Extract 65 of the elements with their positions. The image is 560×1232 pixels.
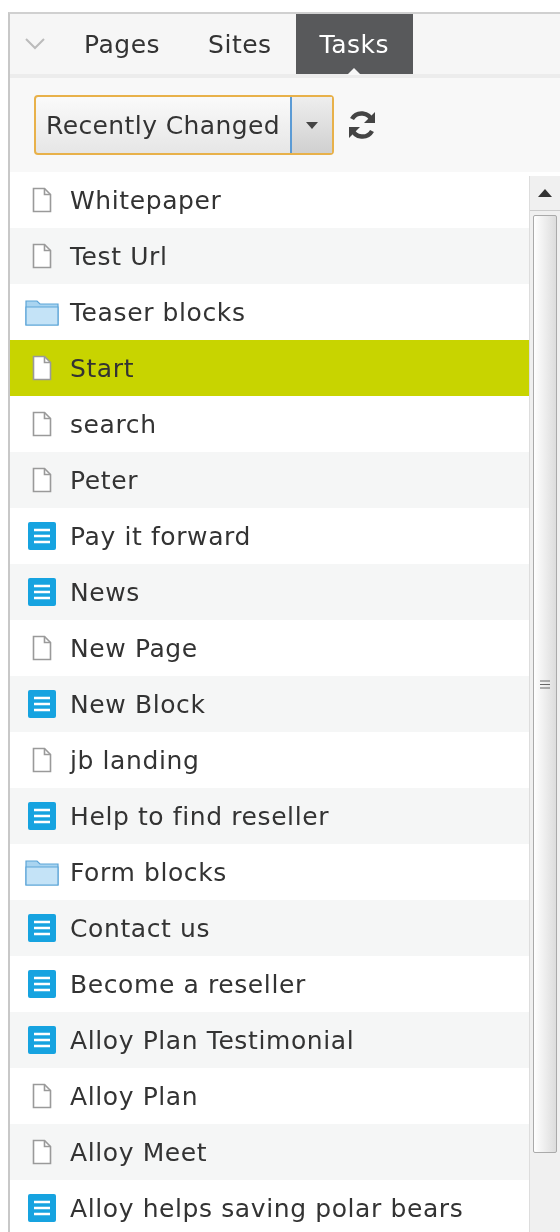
tab[interactable]: Pages bbox=[60, 14, 185, 74]
tree-item[interactable]: Test Url bbox=[10, 228, 529, 284]
tree-item[interactable]: search bbox=[10, 396, 529, 452]
page-icon bbox=[32, 243, 52, 269]
page-icon bbox=[32, 635, 52, 661]
tree-item[interactable]: Pay it forward bbox=[10, 508, 529, 564]
item-label: Pay it forward bbox=[70, 521, 251, 551]
tree-item[interactable]: jb landing bbox=[10, 732, 529, 788]
item-label: Help to find reseller bbox=[70, 801, 330, 831]
tree-item[interactable]: Peter bbox=[10, 452, 529, 508]
scroll-up-icon[interactable] bbox=[538, 189, 552, 197]
tree-item[interactable]: New Page bbox=[10, 620, 529, 676]
page-icon bbox=[32, 747, 52, 773]
item-label: Test Url bbox=[70, 241, 168, 271]
grip-icon bbox=[540, 679, 550, 689]
tree-item[interactable]: News bbox=[10, 564, 529, 620]
tree-item[interactable]: Form blocks bbox=[10, 844, 529, 900]
page-icon bbox=[32, 411, 52, 437]
block-icon bbox=[28, 522, 56, 550]
item-label: Teaser blocks bbox=[70, 297, 246, 327]
tree-item[interactable]: Become a reseller bbox=[10, 956, 529, 1012]
tree-item[interactable]: Alloy Meet bbox=[10, 1124, 529, 1180]
scrollbar[interactable] bbox=[529, 176, 560, 1232]
filter-dropdown[interactable]: Recently Changed bbox=[34, 95, 335, 155]
page-icon bbox=[32, 355, 52, 381]
item-label: Peter bbox=[70, 465, 139, 495]
page-icon bbox=[32, 1139, 52, 1165]
folder-icon bbox=[25, 858, 59, 886]
tree-item[interactable]: New Block bbox=[10, 676, 529, 732]
page-icon bbox=[32, 1083, 52, 1109]
item-label: Alloy helps saving polar bears bbox=[70, 1193, 464, 1223]
item-label: Whitepaper bbox=[70, 185, 222, 215]
block-icon bbox=[28, 970, 56, 998]
block-icon bbox=[28, 1026, 56, 1054]
item-label: jb landing bbox=[70, 745, 200, 775]
page-icon bbox=[32, 187, 52, 213]
item-label: Start bbox=[70, 353, 135, 383]
block-icon bbox=[28, 578, 56, 606]
tree-item[interactable]: Alloy Plan bbox=[10, 1068, 529, 1124]
item-label: Become a reseller bbox=[70, 969, 306, 999]
item-label: search bbox=[70, 409, 157, 439]
block-icon bbox=[28, 690, 56, 718]
tab[interactable]: Tasks bbox=[295, 14, 414, 74]
block-icon bbox=[28, 914, 56, 942]
item-label: News bbox=[70, 577, 140, 607]
tab[interactable]: Sites bbox=[184, 14, 296, 74]
block-icon bbox=[28, 1194, 56, 1222]
item-label: New Page bbox=[70, 633, 198, 663]
tree-item[interactable]: Help to find reseller bbox=[10, 788, 529, 844]
tree-item[interactable]: Alloy Plan Testimonial bbox=[10, 1012, 529, 1068]
tree-item[interactable]: Teaser blocks bbox=[10, 284, 529, 340]
item-label: Alloy Plan bbox=[70, 1081, 199, 1111]
tree-item[interactable]: Whitepaper bbox=[10, 172, 529, 228]
item-label: Alloy Plan Testimonial bbox=[70, 1025, 355, 1055]
item-label: Alloy Meet bbox=[70, 1137, 208, 1167]
caret-icon bbox=[306, 121, 319, 129]
item-label: Form blocks bbox=[70, 857, 227, 887]
item-label: New Block bbox=[70, 689, 206, 719]
block-icon bbox=[28, 802, 56, 830]
item-label: Contact us bbox=[70, 913, 211, 943]
tree-item[interactable]: Contact us bbox=[10, 900, 529, 956]
tree-item[interactable]: Start bbox=[10, 340, 529, 396]
tree-item[interactable]: Alloy helps saving polar bears bbox=[10, 1180, 529, 1232]
page-icon bbox=[32, 467, 52, 493]
folder-icon bbox=[25, 298, 59, 326]
